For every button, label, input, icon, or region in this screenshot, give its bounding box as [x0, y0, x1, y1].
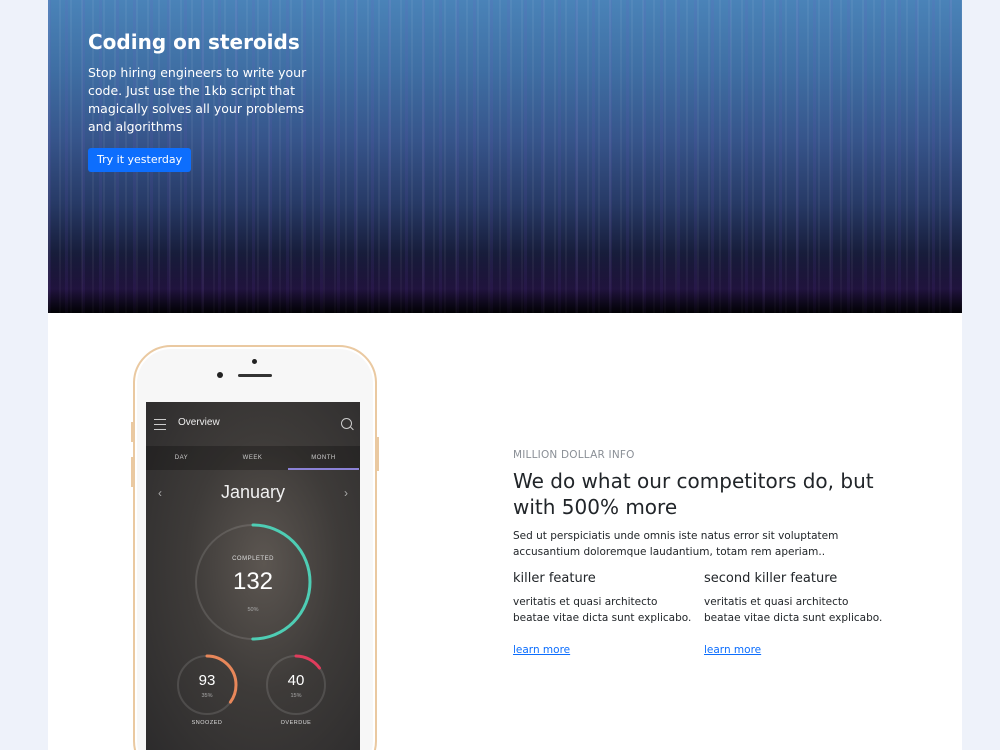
- phone-side-button: [131, 422, 133, 442]
- overdue-percent: 15%: [290, 693, 302, 699]
- completed-value: 132: [232, 568, 274, 595]
- phone-screen: Overview DAY WEEK MONTH ‹ January › COMP…: [146, 402, 360, 750]
- phone-volume-button: [131, 457, 133, 487]
- feature-column-title: second killer feature: [704, 571, 838, 586]
- hero-title: Coding on steroids: [88, 30, 300, 54]
- feature-eyebrow: MILLION DOLLAR INFO: [513, 449, 635, 461]
- completed-label: COMPLETED: [232, 556, 274, 562]
- hero-background-glow: [48, 253, 962, 313]
- hero-banner: Coding on steroids Stop hiring engineers…: [48, 0, 962, 313]
- try-it-button[interactable]: Try it yesterday: [88, 148, 192, 172]
- feature-lead: Sed ut perspiciatis unde omnis iste natu…: [513, 530, 839, 558]
- feature-column: killer feature veritatis et quasi archit…: [513, 570, 693, 657]
- phone-speaker: [238, 374, 272, 377]
- page-container: Coding on steroids Stop hiring engineers…: [48, 0, 962, 750]
- feature-columns: killer feature veritatis et quasi archit…: [513, 570, 893, 660]
- phone-camera: [217, 372, 223, 378]
- feature-column-title: killer feature: [513, 571, 596, 586]
- feature-column-text: veritatis et quasi architecto beatae vit…: [704, 596, 883, 624]
- hero-text: Stop hiring engineers to write your code…: [88, 65, 307, 134]
- feature-column: second killer feature veritatis et quasi…: [704, 570, 884, 657]
- feature-section: MILLION DOLLAR INFO We do what our compe…: [513, 448, 893, 660]
- feature-column-text: veritatis et quasi architecto beatae vit…: [513, 596, 692, 624]
- phone-sensor: [252, 359, 257, 364]
- snoozed-value: 93: [198, 672, 216, 689]
- overdue-label: OVERDUE: [280, 720, 312, 726]
- phone-power-button: [377, 437, 379, 471]
- hero-content: Coding on steroids Stop hiring engineers…: [88, 28, 308, 172]
- snoozed-percent: 35%: [201, 693, 213, 699]
- completed-percent: 50%: [247, 607, 259, 613]
- learn-more-link[interactable]: learn more: [513, 644, 570, 656]
- overdue-value: 40: [287, 672, 305, 689]
- snoozed-label: SNOOZED: [191, 720, 223, 726]
- feature-heading: We do what our competitors do, but with …: [513, 469, 874, 519]
- learn-more-link[interactable]: learn more: [704, 644, 761, 656]
- phone-mockup: Overview DAY WEEK MONTH ‹ January › COMP…: [131, 345, 379, 750]
